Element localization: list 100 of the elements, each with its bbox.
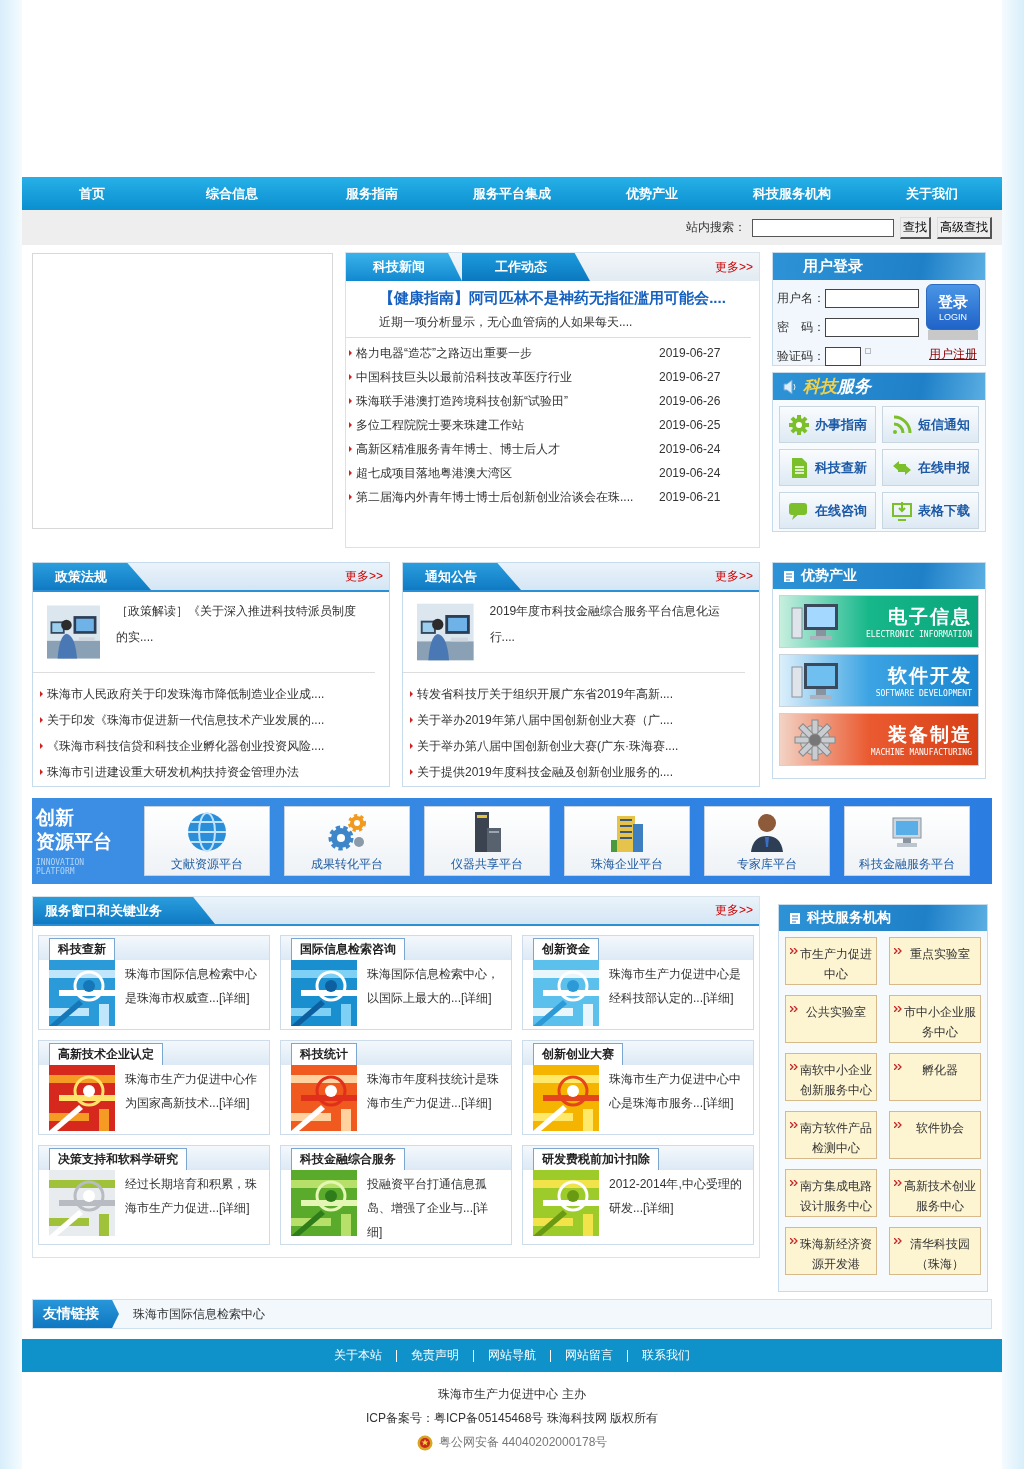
document-icon xyxy=(783,569,795,583)
news-date: 2019-06-24 xyxy=(659,466,722,480)
service-button[interactable]: 短信通知 xyxy=(882,406,979,443)
institution-button[interactable]: 公共实验室 xyxy=(785,995,877,1043)
footer-link[interactable]: 免责声明 xyxy=(411,1347,459,1364)
double-chevron-icon xyxy=(894,948,902,954)
input-field[interactable] xyxy=(825,347,861,366)
service-button[interactable]: 科技查新 xyxy=(779,449,876,486)
institution-button[interactable]: 南方集成电路设计服务中心 xyxy=(785,1169,877,1217)
double-chevron-icon xyxy=(894,1238,902,1244)
news-link[interactable]: 关于提供2019年度科技金融及创新创业服务的.... xyxy=(417,763,674,781)
double-chevron-icon xyxy=(894,1064,902,1070)
more-link[interactable]: 更多>> xyxy=(715,258,759,276)
double-chevron-icon xyxy=(894,1180,902,1186)
news-link[interactable]: 珠海联手港澳打造跨境科技创新“试验田” xyxy=(356,392,659,410)
news-date: 2019-06-26 xyxy=(659,394,722,408)
double-chevron-icon xyxy=(790,1122,798,1128)
footer-link[interactable]: 网站留言 xyxy=(565,1347,613,1364)
card-text: 珠海市年度科技统计是珠海市生产力促进...[详细] xyxy=(367,1071,500,1112)
card-tab[interactable]: 科技统计 xyxy=(291,1043,357,1065)
bullet-icon xyxy=(40,691,43,697)
card-tab[interactable]: 决策支持和软科学研究 xyxy=(49,1148,187,1170)
feature-link[interactable]: 2019年度市科技金融综合服务平台信息化运行.... xyxy=(489,598,731,662)
news-tab[interactable]: 工作动态 xyxy=(462,253,590,281)
login-button[interactable]: 登录 LOGIN xyxy=(926,284,980,330)
news-link[interactable]: 关于举办第八届中国创新创业大赛(广东·珠海赛.... xyxy=(417,737,679,755)
news-link[interactable]: 转发省科技厅关于组织开展广东省2019年高新.... xyxy=(417,685,674,703)
platform-link[interactable]: 文献资源平台 xyxy=(144,806,270,876)
headline-link[interactable]: 【健康指南】阿司匹林不是神药无指征滥用可能会.... xyxy=(346,289,759,308)
platform-link[interactable]: 专家库平台 xyxy=(704,806,830,876)
footer-link[interactable]: 联系我们 xyxy=(642,1347,690,1364)
field-label: 密 码： xyxy=(777,319,825,336)
card-tab[interactable]: 国际信息检索咨询 xyxy=(291,938,405,960)
card-tab[interactable]: 科技金融综合服务 xyxy=(291,1148,405,1170)
institution-button[interactable]: 软件协会 xyxy=(889,1111,981,1159)
service-button[interactable]: 办事指南 xyxy=(779,406,876,443)
institution-button[interactable]: 清华科技园（珠海） xyxy=(889,1227,981,1275)
service-button[interactable]: 表格下载 xyxy=(882,492,979,529)
institution-button[interactable]: 市生产力促进中心 xyxy=(785,937,877,985)
industry-banner[interactable]: 装备制造 MACHINE MANUFACTURING xyxy=(779,713,979,766)
double-chevron-icon xyxy=(790,948,798,954)
institution-button[interactable]: 南软中小企业创新服务中心 xyxy=(785,1053,877,1101)
news-link[interactable]: 《珠海市科技信贷和科技企业孵化器创业投资风险.... xyxy=(47,737,325,755)
news-link[interactable]: 多位工程院院士要来珠建工作站 xyxy=(356,416,659,434)
more-link[interactable]: 更多>> xyxy=(345,568,389,585)
platform-link[interactable]: 珠海企业平台 xyxy=(564,806,690,876)
bullet-icon xyxy=(349,446,352,452)
news-link[interactable]: 超七成项目落地粤港澳大湾区 xyxy=(356,464,659,482)
download-icon xyxy=(891,499,913,522)
news-link[interactable]: 珠海市人民政府关于印发珠海市降低制造业企业成.... xyxy=(47,685,325,703)
footer-text: 珠海市生产力促进中心 主办 xyxy=(438,1386,586,1403)
card-tab[interactable]: 创新资金 xyxy=(533,938,599,960)
institution-button[interactable]: 南方软件产品检测中心 xyxy=(785,1111,877,1159)
platform-link[interactable]: 科技金融服务平台 xyxy=(844,806,970,876)
card-tab[interactable]: 研发费税前加计扣除 xyxy=(533,1148,659,1170)
search-button[interactable]: 查找 xyxy=(900,216,931,239)
feature-link[interactable]: ［政策解读］《关于深入推进科技特派员制度的实.... xyxy=(116,598,361,662)
bullet-icon xyxy=(349,494,352,500)
double-chevron-icon xyxy=(894,1006,902,1012)
card-tab[interactable]: 高新技术企业认定 xyxy=(49,1043,163,1065)
register-link[interactable]: 用户注册 xyxy=(929,346,977,363)
field-label: 用户名： xyxy=(777,290,825,307)
input-field[interactable] xyxy=(825,289,919,308)
service-button[interactable]: 在线申报 xyxy=(882,449,979,486)
card-tab[interactable]: 科技查新 xyxy=(49,938,115,960)
more-link[interactable]: 更多>> xyxy=(715,902,759,919)
news-link[interactable]: 珠海市引进建设重大研发机构扶持资金管理办法 xyxy=(47,763,299,781)
service-button[interactable]: 在线咨询 xyxy=(779,492,876,529)
input-field[interactable] xyxy=(825,318,919,337)
institution-button[interactable]: 高新技术创业服务中心 xyxy=(889,1169,981,1217)
platform-link[interactable]: 成果转化平台 xyxy=(284,806,410,876)
more-link[interactable]: 更多>> xyxy=(715,568,759,585)
news-link[interactable]: 高新区精准服务青年博士、博士后人才 xyxy=(356,440,659,458)
card-tab[interactable]: 创新创业大赛 xyxy=(533,1043,623,1065)
search-button[interactable]: 高级查找 xyxy=(937,216,992,239)
news-link[interactable]: 格力电器“造芯”之路迈出重要一步 xyxy=(356,344,659,362)
search-field[interactable] xyxy=(752,218,894,237)
news-link[interactable]: 中国科技巨头以最前沿科技改革医疗行业 xyxy=(356,368,659,386)
bullet-icon xyxy=(349,422,352,428)
footer-link[interactable]: 网站导航 xyxy=(488,1347,536,1364)
footer-link[interactable]: 关于本站 xyxy=(334,1347,382,1364)
double-chevron-icon xyxy=(790,1006,798,1012)
platform-title: 创新 资源平台 xyxy=(36,806,113,854)
institution-button[interactable]: 珠海新经济资源开发港 xyxy=(785,1227,877,1275)
card-text: 珠海国际信息检索中心，以国际上最大的...[详细] xyxy=(367,966,500,1007)
institution-button[interactable]: 孵化器 xyxy=(889,1053,981,1101)
footer-text: ICP备案号：粤ICP备05145468号 珠海科技网 版权所有 xyxy=(365,1410,659,1427)
news-link[interactable]: 关于印发《珠海市促进新一代信息技术产业发展的.... xyxy=(47,711,325,729)
footer-text: 粤公网安备 44040202000178号 xyxy=(438,1434,608,1451)
institution-button[interactable]: 市中小企业服务中心 xyxy=(889,995,981,1043)
friend-link[interactable]: 珠海市国际信息检索中心 xyxy=(133,1305,265,1323)
bullet-icon xyxy=(349,470,352,476)
institution-button[interactable]: 重点实验室 xyxy=(889,937,981,985)
bullet-icon xyxy=(410,743,413,749)
bullet-icon xyxy=(349,350,352,356)
news-date: 2019-06-27 xyxy=(659,346,722,360)
news-link[interactable]: 关于举办2019年第八届中国创新创业大赛（广.... xyxy=(417,711,674,729)
news-link[interactable]: 第二届海内外青年博士博士后创新创业洽谈会在珠.... xyxy=(356,488,659,506)
search-label: 站内搜索： xyxy=(686,219,746,236)
platform-link[interactable]: 仪器共享平台 xyxy=(424,806,550,876)
